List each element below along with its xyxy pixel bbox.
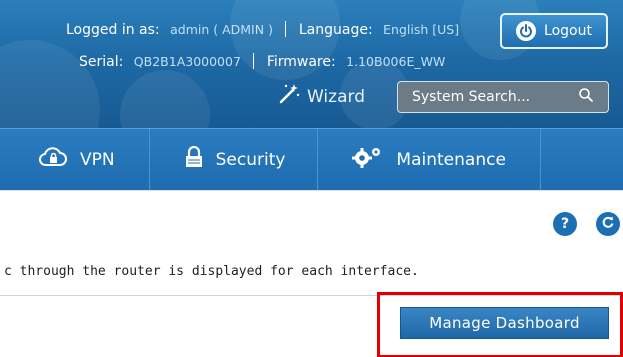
divider xyxy=(285,21,287,37)
user-value: admin ( ADMIN ) xyxy=(170,22,273,37)
wizard-label: Wizard xyxy=(307,86,365,107)
nav-item-vpn[interactable]: VPN xyxy=(0,128,150,191)
logout-button[interactable]: Logout xyxy=(500,13,608,49)
main-nav: VPN Security Maintenance xyxy=(0,128,623,191)
search-placeholder: System Search... xyxy=(412,89,531,105)
nav-label: VPN xyxy=(80,149,115,170)
content-area: ? c through the router is displayed for … xyxy=(0,190,623,357)
firmware-value: 1.10B006E_WW xyxy=(346,54,446,69)
dashboard-description: c through the router is displayed for ea… xyxy=(4,264,419,279)
language-value[interactable]: English [US] xyxy=(383,22,459,37)
header: Logged in as: admin ( ADMIN ) Language: … xyxy=(0,0,623,128)
help-button[interactable]: ? xyxy=(553,212,577,236)
wizard-link[interactable]: Wizard xyxy=(275,82,365,111)
logout-label: Logout xyxy=(544,23,592,39)
logged-in-label: Logged in as: xyxy=(66,22,160,38)
cloud-lock-icon xyxy=(38,146,68,173)
lock-icon xyxy=(184,145,204,173)
account-row: Logged in as: admin ( ADMIN ) Language: … xyxy=(66,21,459,38)
power-icon xyxy=(516,21,537,41)
manage-dashboard-button[interactable]: Manage Dashboard xyxy=(400,307,609,339)
language-label: Language: xyxy=(298,22,373,38)
nav-label: Maintenance xyxy=(396,149,506,170)
serial-label: Serial: xyxy=(79,54,124,70)
nav-item-security[interactable]: Security xyxy=(150,128,319,191)
firmware-label: Firmware: xyxy=(266,54,336,70)
refresh-button[interactable] xyxy=(596,212,620,236)
search-icon[interactable] xyxy=(578,87,594,107)
refresh-icon xyxy=(601,215,615,233)
system-search-input[interactable]: System Search... xyxy=(397,81,609,113)
nav-label: Security xyxy=(215,149,286,170)
nav-item-maintenance[interactable]: Maintenance xyxy=(318,128,541,191)
gears-icon xyxy=(350,145,384,174)
divider xyxy=(253,53,255,69)
serial-value: QB2B1A3000007 xyxy=(133,54,241,69)
magic-wand-icon xyxy=(275,82,301,111)
page: Logged in as: admin ( ADMIN ) Language: … xyxy=(0,0,623,357)
device-row: Serial: QB2B1A3000007 Firmware: 1.10B006… xyxy=(79,53,445,70)
